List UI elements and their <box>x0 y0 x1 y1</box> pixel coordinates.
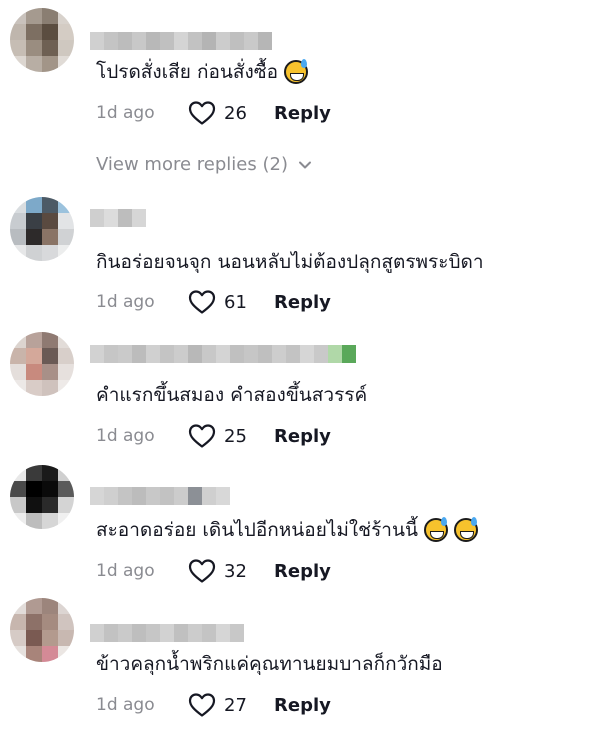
heart-icon[interactable] <box>188 289 216 315</box>
comment-text-label: ข้าวคลุกน้ำพริกแค่คุณทานยมบาลก็กวักมือ <box>96 653 443 675</box>
comment-text-label: คำแรกขึ้นสมอง คำสองขึ้นสวรรค์ <box>96 384 368 406</box>
heart-icon[interactable] <box>188 558 216 584</box>
comment-text: คำแรกขึ้นสมอง คำสองขึ้นสวรรค์ <box>96 382 367 408</box>
comment-text: ข้าวคลุกน้ำพริกแค่คุณทานยมบาลก็กวักมือ <box>96 651 443 677</box>
heart-icon[interactable] <box>188 423 216 449</box>
comment-meta: 1d ago 61 Reply <box>96 287 331 317</box>
username-redacted[interactable] <box>90 345 356 363</box>
view-more-replies-button[interactable]: View more replies (2) <box>96 154 312 175</box>
avatar[interactable] <box>10 465 74 529</box>
comment-meta: 1d ago 32 Reply <box>96 556 331 586</box>
reply-button[interactable]: Reply <box>274 103 331 124</box>
like-count: 61 <box>224 291 247 313</box>
comment-text-label: สะอาดอร่อย เดินไปอีกหน่อยไม่ใช่ร้านนี้ <box>96 519 418 541</box>
reply-button[interactable]: Reply <box>274 292 331 313</box>
username-redacted[interactable] <box>90 32 272 50</box>
comment-meta: 1d ago 26 Reply <box>96 98 331 128</box>
timestamp: 1d ago <box>96 561 155 581</box>
avatar[interactable] <box>10 598 74 662</box>
sweat-smile-emoji-icon <box>423 517 448 542</box>
comment-text: กินอร่อยจนจุก นอนหลับไม่ต้องปลุกสูตรพระบ… <box>96 249 484 275</box>
sweat-smile-emoji-icon <box>453 517 478 542</box>
comment-text: โปรดสั่งเสีย ก่อนสั่งซื้อ <box>96 59 309 85</box>
username-redacted[interactable] <box>90 487 230 505</box>
timestamp: 1d ago <box>96 426 155 446</box>
reply-button[interactable]: Reply <box>274 695 331 716</box>
comment-text-label: กินอร่อยจนจุก นอนหลับไม่ต้องปลุกสูตรพระบ… <box>96 251 484 273</box>
like-count: 32 <box>224 560 247 582</box>
username-redacted[interactable] <box>90 209 146 227</box>
reply-button[interactable]: Reply <box>274 561 331 582</box>
comment-text-label: โปรดสั่งเสีย ก่อนสั่งซื้อ <box>96 61 279 83</box>
comment-text: สะอาดอร่อย เดินไปอีกหน่อยไม่ใช่ร้านนี้ <box>96 517 478 543</box>
chevron-down-icon <box>298 161 311 168</box>
heart-icon[interactable] <box>188 692 216 718</box>
avatar[interactable] <box>10 197 74 261</box>
username-redacted[interactable] <box>90 624 244 642</box>
comment-meta: 1d ago 27 Reply <box>96 690 331 720</box>
avatar[interactable] <box>10 8 74 72</box>
sweat-smile-emoji-icon <box>284 59 309 84</box>
heart-icon[interactable] <box>188 100 216 126</box>
like-count: 26 <box>224 102 247 124</box>
reply-button[interactable]: Reply <box>274 426 331 447</box>
like-count: 27 <box>224 694 247 716</box>
timestamp: 1d ago <box>96 103 155 123</box>
view-more-replies-label: View more replies (2) <box>96 154 288 175</box>
like-count: 25 <box>224 425 247 447</box>
avatar[interactable] <box>10 332 74 396</box>
comment-meta: 1d ago 25 Reply <box>96 421 331 451</box>
timestamp: 1d ago <box>96 292 155 312</box>
timestamp: 1d ago <box>96 695 155 715</box>
